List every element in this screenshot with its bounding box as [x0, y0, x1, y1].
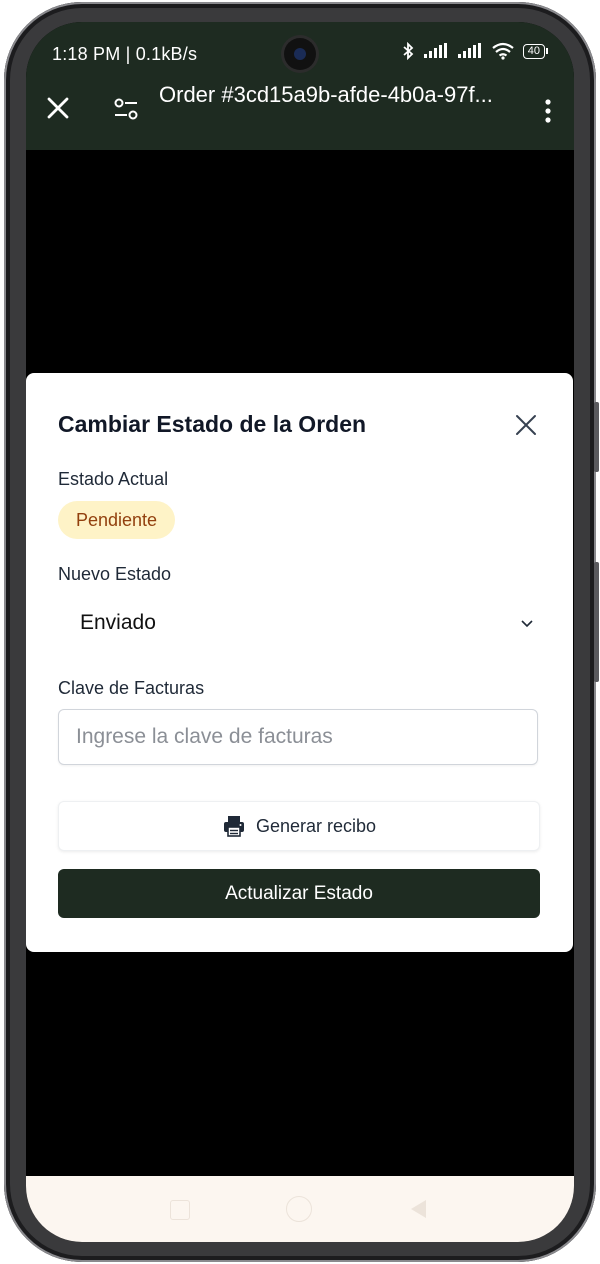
- toolbar-title: Order #3cd15a9b-afde-4b0a-97f...: [159, 82, 493, 107]
- generate-receipt-button[interactable]: Generar recibo: [58, 801, 540, 851]
- system-nav-bar: [26, 1176, 574, 1242]
- close-icon[interactable]: [44, 94, 72, 122]
- volume-button: [594, 402, 599, 472]
- new-status-select[interactable]: Enviado: [58, 601, 540, 647]
- battery-icon: 40: [522, 43, 548, 59]
- invoice-key-label: Clave de Facturas: [58, 678, 205, 698]
- front-camera: [284, 38, 316, 70]
- change-status-dialog: Cambiar Estado de la Orden Estado Actual…: [26, 373, 573, 952]
- battery-level: 40: [522, 43, 545, 59]
- home-button[interactable]: [286, 1196, 312, 1222]
- back-button[interactable]: [408, 1198, 428, 1220]
- power-button: [594, 562, 599, 682]
- update-status-button[interactable]: Actualizar Estado: [58, 869, 540, 918]
- current-status-label: Estado Actual: [58, 469, 169, 489]
- chevron-down-icon: [521, 620, 533, 628]
- printer-icon: [223, 816, 244, 837]
- recents-button[interactable]: [170, 1200, 190, 1220]
- more-vertical-icon[interactable]: [544, 98, 552, 124]
- wifi-icon: [492, 42, 514, 60]
- generate-receipt-label: Generar recibo: [255, 815, 377, 836]
- status-icons: 40: [401, 42, 548, 60]
- invoice-key-input[interactable]: [58, 709, 538, 765]
- filter-icon[interactable]: [112, 96, 140, 122]
- bluetooth-icon: [403, 42, 414, 60]
- new-status-value: Enviado: [80, 611, 156, 634]
- status-time: 1:18 PM | 0.1kB/s: [52, 44, 198, 64]
- close-icon[interactable]: [514, 413, 538, 437]
- top-app-bar: 1:18 PM | 0.1kB/s 40 Order #3cd15a9b-afd…: [26, 22, 574, 150]
- new-status-label: Nuevo Estado: [58, 564, 172, 584]
- signal-icon: [423, 43, 447, 58]
- dialog-title: Cambiar Estado de la Orden: [58, 411, 367, 437]
- status-badge: Pendiente: [58, 501, 176, 539]
- signal-icon: [457, 43, 481, 58]
